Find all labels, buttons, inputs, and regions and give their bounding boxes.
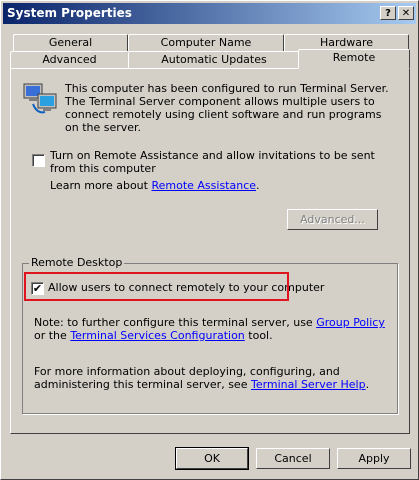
apply-button[interactable]: Apply <box>337 448 411 469</box>
note-suffix: tool. <box>248 329 273 342</box>
note-text: Note: to further configure this terminal… <box>34 316 394 342</box>
window-title: System Properties <box>7 6 132 20</box>
note-prefix: Note: to further configure this terminal… <box>34 316 313 329</box>
terminal-services-config-link[interactable]: Terminal Services Configuration <box>70 329 244 342</box>
more-info-text: For more information about deploying, co… <box>34 365 370 391</box>
remote-assistance-link[interactable]: Remote Assistance <box>151 179 256 192</box>
learn-more-line: Learn more about Remote Assistance. <box>50 179 260 192</box>
info-text: This computer has been configured to run… <box>65 82 389 134</box>
tab-automatic-updates[interactable]: Automatic Updates <box>128 51 300 68</box>
learn-more-prefix: Learn more about <box>50 179 148 192</box>
ok-button[interactable]: OK <box>175 447 249 470</box>
system-properties-window: System Properties ? ✕ General Computer N… <box>0 0 419 480</box>
tab-advanced[interactable]: Advanced <box>10 51 129 68</box>
tab-remote[interactable]: Remote <box>298 49 410 69</box>
group-policy-link[interactable]: Group Policy <box>316 316 385 329</box>
remote-assistance-checkbox[interactable] <box>32 154 45 167</box>
close-button[interactable]: ✕ <box>398 6 414 20</box>
remote-assistance-label[interactable]: Turn on Remote Assistance and allow invi… <box>50 149 390 175</box>
tab-computer-name[interactable]: Computer Name <box>128 34 284 51</box>
terminal-server-help-link[interactable]: Terminal Server Help <box>251 378 366 391</box>
title-bar[interactable]: System Properties ? ✕ <box>3 3 416 24</box>
highlight-box <box>24 272 289 301</box>
remote-desktop-group-title: Remote Desktop <box>29 256 125 269</box>
advanced-button[interactable]: Advanced... <box>287 209 378 230</box>
help-button[interactable]: ? <box>380 6 396 20</box>
tab-general[interactable]: General <box>13 34 128 51</box>
computers-icon <box>23 82 59 118</box>
cancel-button[interactable]: Cancel <box>256 448 330 469</box>
note-or: or the <box>34 329 67 342</box>
